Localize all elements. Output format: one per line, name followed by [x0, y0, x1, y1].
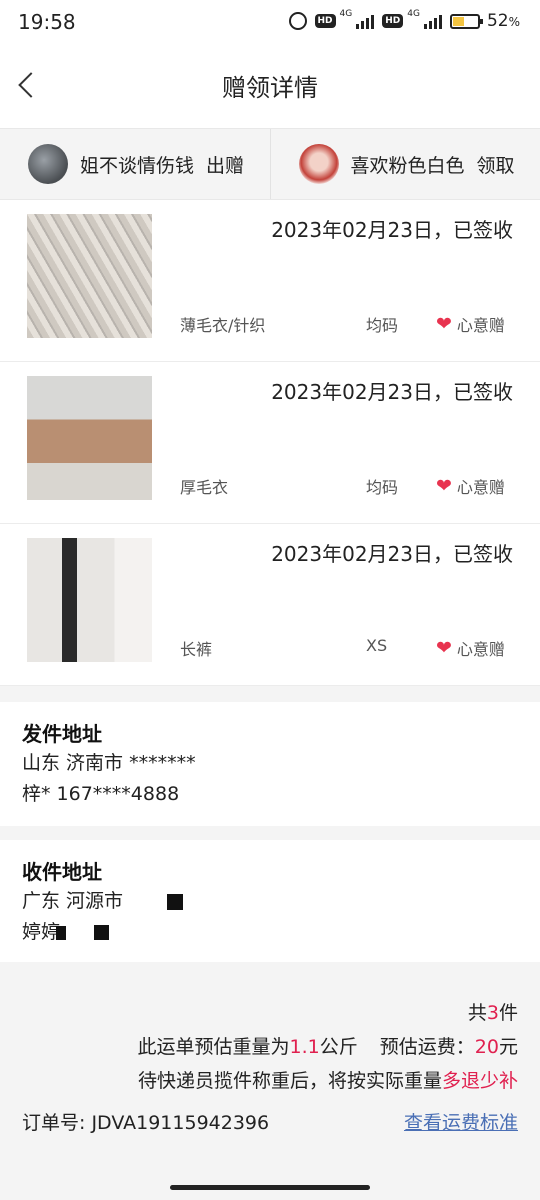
note-highlight: 多退少补	[441, 1070, 518, 1092]
gift-tag-label: 心意赠	[456, 640, 505, 659]
signal-icon	[356, 13, 375, 29]
battery-icon	[449, 13, 483, 29]
item-size: 均码	[366, 316, 399, 335]
weight-value: 1.1	[289, 1036, 320, 1058]
fee-prefix: 预估运费：	[379, 1036, 475, 1058]
receive-address-section: 收件地址 广东 河源市 婷婷	[0, 840, 540, 962]
item-name: 长裤	[180, 640, 213, 659]
weight-unit: 公斤	[319, 1036, 358, 1058]
receiver-info[interactable]: 喜欢粉色白色 领取	[269, 129, 540, 199]
total-prefix: 共	[467, 1002, 487, 1024]
network-type-label: 4G	[339, 9, 353, 19]
giver-role: 出赠	[206, 154, 245, 177]
item-status: 2023年02月23日，已签收	[271, 542, 513, 566]
home-indicator[interactable]	[170, 1185, 370, 1190]
item-size: 均码	[366, 478, 399, 497]
signal-icon	[423, 13, 442, 29]
gift-tag: ❤ 心意赠	[436, 636, 505, 660]
gift-tag: ❤ 心意赠	[436, 474, 505, 498]
fee-standard-link[interactable]: 查看运费标准	[404, 1108, 518, 1135]
item-name: 厚毛衣	[180, 478, 229, 497]
heart-icon: ❤	[436, 474, 452, 497]
heart-icon: ❤	[436, 312, 452, 335]
send-address-section: 发件地址 山东 济南市 ******* 梓* 167****4888	[0, 702, 540, 826]
receive-address-region: 广东 河源市	[22, 890, 124, 912]
total-suffix: 件	[498, 1002, 518, 1024]
item-photo[interactable]	[27, 214, 152, 338]
gift-tag-label: 心意赠	[456, 478, 505, 497]
receive-address-row: 广东 河源市	[22, 886, 518, 917]
item-list: 2023年02月23日，已签收 薄毛衣/针织 均码 ❤ 心意赠 2023年02月…	[0, 200, 540, 686]
item-status: 2023年02月23日，已签收	[271, 218, 513, 242]
giver-info[interactable]: 姐不谈情伤钱 出赠	[0, 129, 270, 199]
fee-unit: 元	[498, 1036, 518, 1058]
shipping-summary: 共3件 此运单预估重量为1.1公斤 预估运费：20元 待快递员揽件称重后，将按实际…	[0, 962, 540, 1200]
order-number: JDVA19115942396	[91, 1112, 270, 1134]
item-size: XS	[366, 636, 388, 655]
item-name: 薄毛衣/针织	[180, 316, 266, 335]
hd-badge: HD	[314, 14, 336, 28]
list-item[interactable]: 2023年02月23日，已签收 长裤 XS ❤ 心意赠	[0, 524, 540, 686]
receive-address-title: 收件地址	[22, 860, 102, 884]
item-photo[interactable]	[27, 538, 152, 662]
status-icons: HD 4G HD 4G 52%	[288, 9, 520, 31]
receiver-name: 喜欢粉色白色	[350, 154, 465, 177]
send-address-region: 山东 济南市 *******	[22, 752, 196, 774]
total-count: 3	[486, 1002, 499, 1024]
heart-icon: ❤	[436, 636, 452, 659]
item-photo[interactable]	[27, 376, 152, 500]
order-number-line: 订单号: JDVA19115942396	[22, 1108, 269, 1135]
redaction-mark	[94, 925, 110, 940]
weight-fee-line: 此运单预估重量为1.1公斤 预估运费：20元	[138, 1032, 518, 1059]
send-address-title: 发件地址	[22, 722, 102, 746]
receiver-avatar	[298, 144, 339, 184]
item-status: 2023年02月23日，已签收	[271, 380, 513, 404]
redaction-mark	[167, 893, 184, 910]
alarm-icon	[288, 12, 307, 30]
giver-avatar	[28, 144, 68, 184]
giver-name: 姐不谈情伤钱	[80, 154, 195, 177]
status-time: 19:58	[18, 10, 76, 34]
note-prefix: 待快递员揽件称重后，将按实际重量	[137, 1070, 442, 1092]
list-item[interactable]: 2023年02月23日，已签收 薄毛衣/针织 均码 ❤ 心意赠	[0, 200, 540, 362]
network-type-label: 4G	[407, 9, 420, 19]
list-item[interactable]: 2023年02月23日，已签收 厚毛衣 均码 ❤ 心意赠	[0, 362, 540, 524]
hd-badge: HD	[382, 14, 404, 28]
receiver-role: 领取	[476, 154, 515, 177]
fee-value: 20	[474, 1036, 499, 1058]
refund-note-line: 待快递员揽件称重后，将按实际重量多退少补	[138, 1066, 518, 1093]
total-count-line: 共3件	[468, 998, 518, 1025]
receive-contact-row: 婷婷	[22, 917, 518, 948]
nav-bar: 赠领详情	[0, 44, 540, 128]
weight-prefix: 此运单预估重量为	[137, 1036, 290, 1058]
status-bar: 19:58 HD 4G HD 4G 52%	[0, 0, 540, 44]
redaction-mark	[56, 925, 67, 940]
gift-tag: ❤ 心意赠	[436, 312, 505, 336]
send-address-contact: 梓* 167****4888	[22, 783, 180, 805]
gift-tag-label: 心意赠	[456, 316, 505, 335]
parties-row: 姐不谈情伤钱 出赠 喜欢粉色白色 领取	[0, 128, 540, 200]
battery-percent: 52%	[486, 11, 520, 31]
receive-address-contact: 婷婷	[22, 921, 61, 943]
order-label: 订单号:	[22, 1112, 86, 1134]
page-title: 赠领详情	[222, 74, 318, 102]
